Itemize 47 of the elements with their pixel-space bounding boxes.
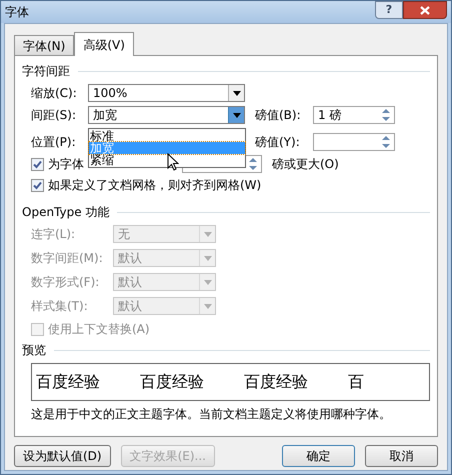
field-label: 间距(S): (31, 107, 78, 124)
field-label: 磅或更大(O) (272, 156, 339, 173)
checkbox[interactable] (31, 158, 44, 170)
dropdown-arrow-icon (204, 304, 212, 308)
dropdown-option[interactable]: 标准 (89, 130, 245, 142)
preview-text: 百度经验 (36, 371, 100, 393)
checkbox-label: 为字体 (48, 156, 84, 173)
field-label: 位置(P): (31, 134, 77, 151)
dialog-button[interactable]: 设为默认值(D) (14, 445, 111, 467)
section-title: 字符间距 (22, 63, 70, 80)
dropdown-option[interactable]: 紧缩 (89, 154, 245, 166)
close-icon (420, 6, 430, 14)
dropdown-arrow-icon (204, 232, 212, 236)
close-button[interactable] (403, 1, 447, 19)
tab[interactable]: 字体(N) (14, 35, 74, 55)
field-label: 样式集(T): (31, 298, 89, 315)
field-label: 磅值(B): (255, 107, 302, 124)
spin-field[interactable] (313, 133, 395, 151)
dropdown-arrow-icon (204, 256, 212, 260)
dropdown[interactable]: 100% (88, 84, 245, 102)
section-title: 预览 (22, 342, 46, 359)
field-label: 数字间距(M): (31, 250, 104, 267)
section-title: OpenType 功能 (22, 204, 110, 221)
field-label: 缩放(C): (31, 85, 78, 102)
spinner-arrows-icon[interactable] (382, 135, 390, 149)
field-label: 磅值(Y): (255, 134, 301, 151)
spin-field[interactable]: 1 磅 (313, 106, 395, 124)
preview-text: 百度经验 (244, 371, 308, 393)
dropdown-arrow-icon (204, 280, 212, 284)
checkbox-label: 使用上下文替换(A) (48, 321, 150, 338)
tab[interactable]: 高级(V) (74, 32, 134, 56)
checkbox-label: 如果定义了文档网格，则对齐到网格(W) (48, 177, 262, 194)
window-title: 字体 (5, 4, 29, 21)
spinner-arrows-icon[interactable] (249, 157, 257, 171)
checkbox[interactable] (31, 178, 44, 192)
dropdown-arrow-icon (232, 112, 240, 118)
dropdown-arrow-icon (232, 90, 240, 96)
dialog-button[interactable]: 取消 (365, 445, 438, 467)
preview-text: 百 (348, 371, 364, 393)
field-label: 数字形式(F): (31, 274, 100, 291)
preview-text: 百度经验 (140, 371, 204, 393)
preview-description: 这是用于中文的正文主题字体。当前文档主题定义将使用哪种字体。 (31, 406, 392, 423)
help-button[interactable]: ? (375, 1, 403, 19)
dialog-button[interactable]: 确定 (282, 445, 355, 467)
spinner-arrows-icon[interactable] (382, 108, 390, 122)
dropdown[interactable]: 加宽 (88, 106, 245, 124)
field-label: 连字(L): (31, 226, 76, 243)
